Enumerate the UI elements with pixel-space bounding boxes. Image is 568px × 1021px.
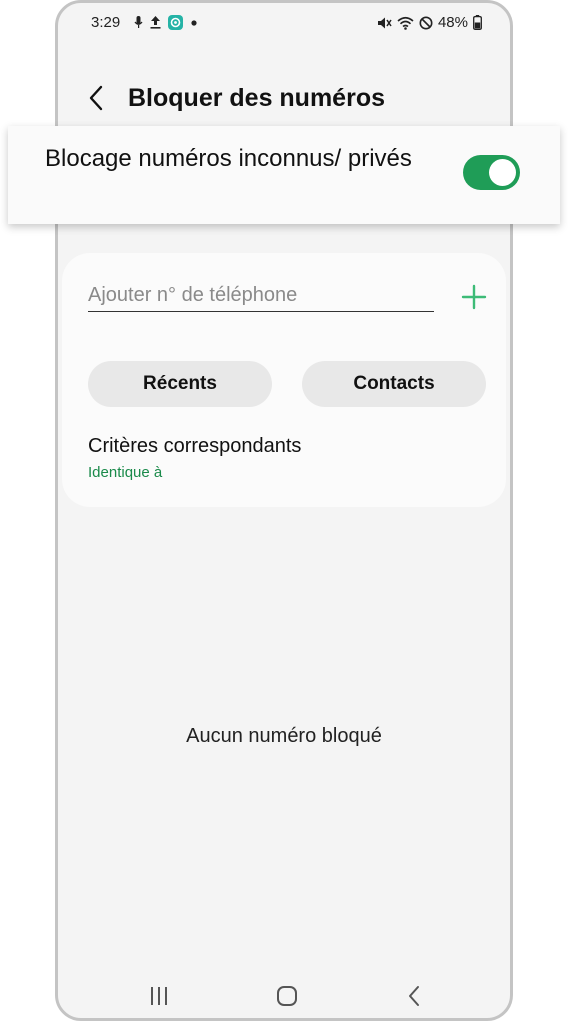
upload-icon [150,16,161,29]
header: Bloquer des numéros [58,75,510,125]
recents-button[interactable]: Récents [88,361,272,407]
do-not-disturb-icon [419,16,433,29]
status-time: 3:29 [91,14,121,31]
dot-icon [191,19,197,26]
back-nav-icon[interactable] [400,983,430,1009]
block-unknown-label: Blocage numéros inconnus/ privés [45,145,412,172]
matching-criteria-item[interactable]: Critères correspondants Identique à [88,435,301,481]
microphone-icon [134,16,143,28]
phone-number-input[interactable] [88,279,434,312]
toggle-knob [489,159,516,186]
add-number-card: Récents Contacts Critères correspondants… [62,253,506,507]
block-unknown-toggle[interactable] [463,155,520,190]
criteria-value: Identique à [88,464,163,481]
status-bar: 3:29 48% [58,3,510,43]
app-notification-icon [168,15,183,30]
plus-icon[interactable] [460,283,488,311]
status-left-icons [134,15,198,30]
status-right: 48% [377,14,482,31]
page-title: Bloquer des numéros [128,84,385,112]
criteria-title: Critères correspondants [88,435,302,457]
chevron-left-icon[interactable] [84,83,110,113]
battery-icon [473,15,482,30]
recents-nav-icon[interactable] [144,983,174,1009]
block-unknown-numbers-row[interactable]: Blocage numéros inconnus/ privés [8,126,560,224]
empty-state-text: Aucun numéro bloqué [186,725,382,747]
mute-icon [377,17,392,28]
wifi-icon [397,16,414,30]
contacts-button[interactable]: Contacts [302,361,486,407]
home-nav-icon[interactable] [272,983,302,1009]
navigation-bar [58,975,510,1015]
battery-percent: 48% [437,14,468,31]
